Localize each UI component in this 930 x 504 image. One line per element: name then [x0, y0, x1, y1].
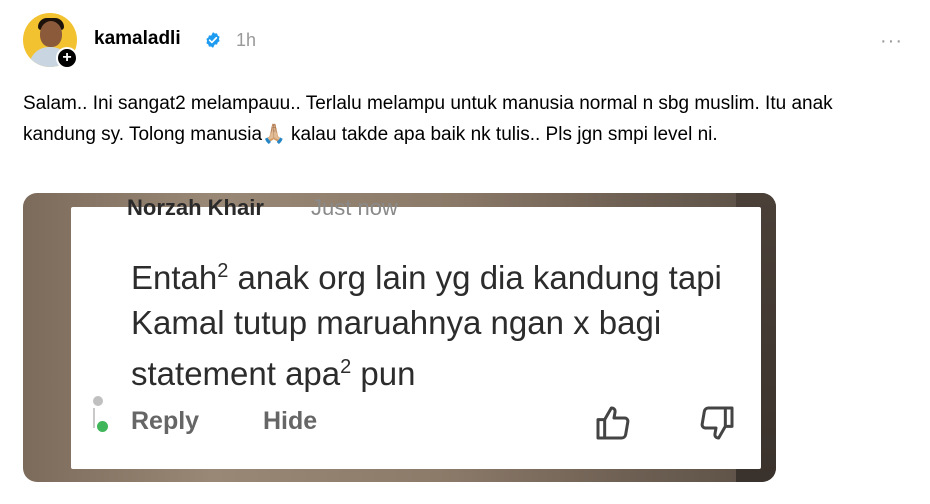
more-options-icon[interactable]: ···	[880, 30, 903, 53]
post-text: Salam.. Ini sangat2 melampauu.. Terlalu …	[23, 93, 833, 145]
follow-plus-icon[interactable]: +	[56, 47, 78, 69]
verified-badge-icon	[206, 32, 220, 48]
post-time: 1h	[236, 30, 257, 50]
hide-button: Hide	[263, 407, 318, 435]
comment-author: Norzah Khair	[127, 195, 264, 220]
avatar[interactable]: +	[23, 13, 78, 69]
thumbs-up-icon	[596, 406, 630, 440]
comment-text: Entah2 anak org lain yg dia kandung tapi…	[131, 259, 722, 392]
screenshot-comment-card: Norzah Khair Just now Entah2 anak org la…	[71, 195, 761, 469]
post-image[interactable]: Norzah Khair Just now Entah2 anak org la…	[23, 193, 776, 482]
username[interactable]: kamaladli	[94, 28, 181, 50]
thumbs-down-icon	[700, 406, 734, 440]
reply-button: Reply	[131, 407, 200, 435]
comment-time: Just now	[311, 195, 398, 220]
